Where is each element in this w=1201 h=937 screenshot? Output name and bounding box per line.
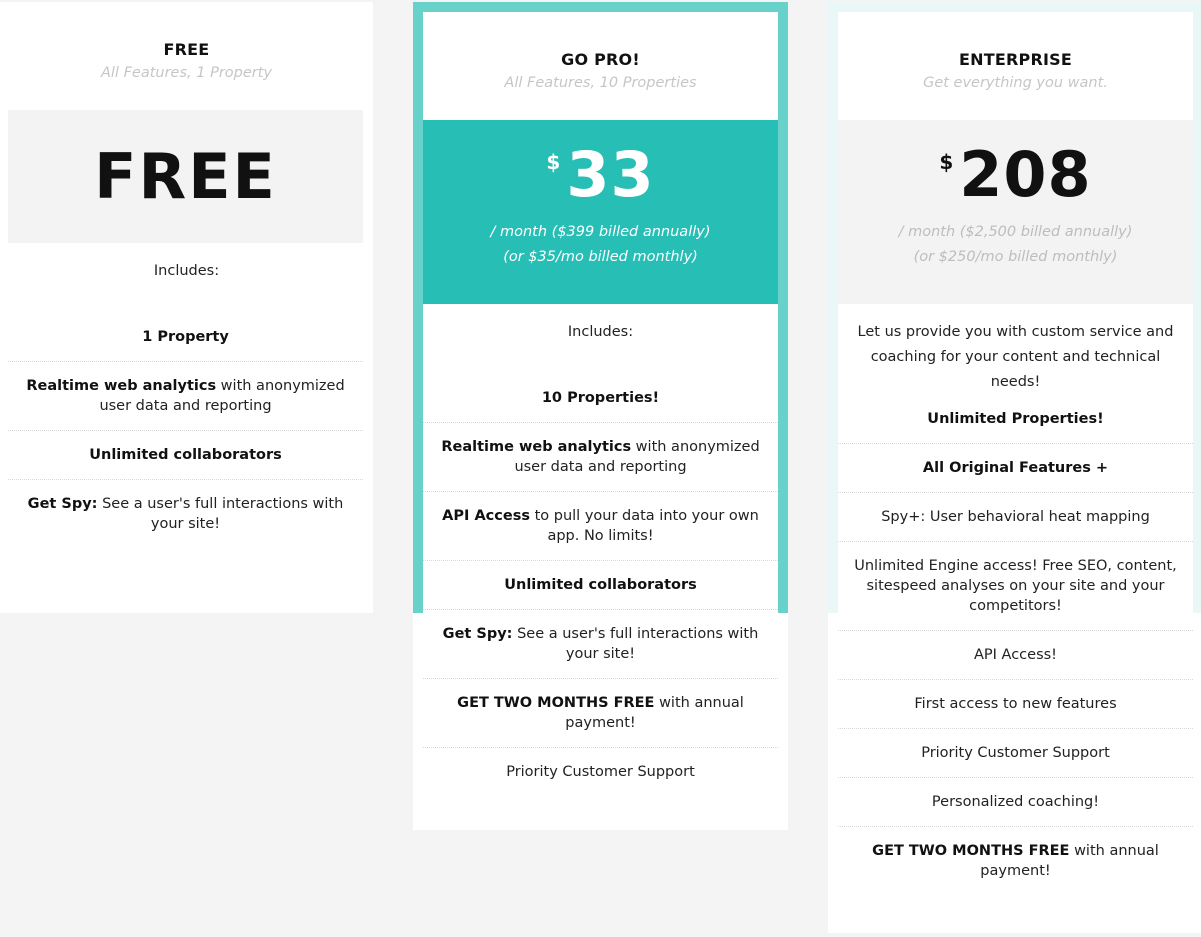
feature-item: GET TWO MONTHS FREE with annual payment!	[423, 679, 778, 748]
feature-text: Spy+: User behavioral heat mapping	[881, 509, 1150, 525]
feature-item: Unlimited collaborators	[8, 431, 363, 480]
billing-monthly: (or $35/mo billed monthly)	[503, 249, 698, 265]
includes-label: Includes:	[567, 324, 634, 340]
price-amount: FREE	[94, 140, 277, 213]
price-box: FREE	[8, 110, 363, 243]
feature-highlight: Realtime web analytics	[26, 378, 217, 394]
feature-highlight: Realtime web analytics	[441, 439, 632, 455]
plan-card-pro[interactable]: GO PRO! All Features, 10 Properties $33 …	[413, 12, 788, 830]
price-currency: $	[939, 150, 954, 174]
plan-tagline: All Features, 1 Property	[100, 65, 273, 81]
plan-header: ENTERPRISE Get everything you want.	[838, 12, 1193, 120]
plan-card-enterprise[interactable]: ENTERPRISE Get everything you want. $208…	[828, 12, 1201, 933]
feature-highlight: Unlimited collaborators	[89, 447, 282, 463]
feature-highlight: Unlimited Properties!	[927, 411, 1104, 427]
plan-name: GO PRO!	[561, 50, 640, 69]
plan-tagline: Get everything you want.	[923, 75, 1108, 91]
price-amount: 33	[566, 138, 655, 211]
feature-list: 10 Properties! Realtime web analytics wit…	[423, 374, 778, 796]
plan-name: FREE	[163, 40, 210, 59]
includes-label: Includes:	[153, 263, 220, 279]
price-currency: $	[546, 150, 561, 174]
feature-item: API Access!	[838, 631, 1193, 680]
feature-text: Personalized coaching!	[931, 794, 1100, 810]
feature-item: Spy+: User behavioral heat mapping	[838, 493, 1193, 542]
plan-card-free[interactable]: FREE All Features, 1 Property FREE Inclu…	[0, 2, 373, 613]
feature-item: 1 Property	[8, 313, 363, 362]
plan-header: FREE All Features, 1 Property	[0, 2, 373, 110]
feature-list: Unlimited Properties! All Original Featur…	[838, 395, 1193, 895]
billing-annual: / month ($2,500 billed annually)	[898, 224, 1133, 240]
feature-item: GET TWO MONTHS FREE with annual payment!	[838, 827, 1193, 895]
feature-highlight: Get Spy:	[442, 626, 513, 642]
feature-list: 1 Property Realtime web analytics with an…	[8, 313, 363, 548]
feature-text: Priority Customer Support	[506, 764, 695, 780]
feature-highlight: All Original Features +	[922, 460, 1109, 476]
feature-text: Unlimited Engine access! Free SEO, conte…	[854, 558, 1177, 614]
price-amount: 208	[959, 138, 1092, 211]
feature-text: See a user's full interactions with your…	[97, 496, 344, 532]
feature-text: to pull your data into your own app. No …	[529, 508, 759, 544]
feature-highlight: 1 Property	[142, 329, 229, 345]
feature-highlight: API Access	[442, 508, 530, 524]
feature-highlight: Unlimited collaborators	[504, 577, 697, 593]
feature-highlight: GET TWO MONTHS FREE	[457, 695, 655, 711]
feature-highlight: 10 Properties!	[541, 390, 660, 406]
feature-item: Unlimited collaborators	[423, 561, 778, 610]
feature-item: Unlimited Properties!	[838, 395, 1193, 444]
feature-item: Priority Customer Support	[838, 729, 1193, 778]
feature-highlight: GET TWO MONTHS FREE	[872, 843, 1070, 859]
plan-header: GO PRO! All Features, 10 Properties	[423, 12, 778, 120]
billing-monthly: (or $250/mo billed monthly)	[913, 249, 1118, 265]
feature-item: First access to new features	[838, 680, 1193, 729]
feature-highlight: Get Spy:	[27, 496, 98, 512]
feature-item: Unlimited Engine access! Free SEO, conte…	[838, 542, 1193, 631]
feature-item: Personalized coaching!	[838, 778, 1193, 827]
feature-text: See a user's full interactions with your…	[512, 626, 759, 662]
feature-item: Realtime web analytics with anonymized u…	[8, 362, 363, 431]
plan-name: ENTERPRISE	[959, 50, 1072, 69]
feature-text: Priority Customer Support	[921, 745, 1110, 761]
price-box: $33 / month ($399 billed annually) (or $…	[423, 120, 778, 304]
feature-item: Realtime web analytics with anonymized u…	[423, 423, 778, 492]
plan-tagline: All Features, 10 Properties	[504, 75, 697, 91]
price-box: $208 / month ($2,500 billed annually) (o…	[838, 120, 1193, 304]
feature-text: First access to new features	[914, 696, 1117, 712]
feature-item: Get Spy: See a user's full interactions …	[8, 480, 363, 548]
enterprise-intro: Let us provide you with custom service a…	[857, 324, 1174, 390]
billing-annual: / month ($399 billed annually)	[490, 224, 711, 240]
feature-item: Priority Customer Support	[423, 748, 778, 796]
feature-item: API Access to pull your data into your o…	[423, 492, 778, 561]
feature-text: API Access!	[974, 647, 1057, 663]
feature-item: 10 Properties!	[423, 374, 778, 423]
feature-item: All Original Features +	[838, 444, 1193, 493]
feature-item: Get Spy: See a user's full interactions …	[423, 610, 778, 679]
